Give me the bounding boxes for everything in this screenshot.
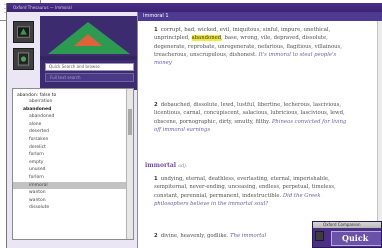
- sense-number: 2: [154, 102, 158, 108]
- word-list-scrollbar[interactable]: [126, 89, 133, 239]
- highlighted-word[interactable]: abandoned: [191, 35, 222, 42]
- headword-text: immortal: [145, 162, 177, 169]
- list-item[interactable]: abandoned: [13, 113, 133, 121]
- headword-immortal[interactable]: immortal adj.: [145, 162, 188, 169]
- entry-panel: Immoral 1 1 corrupt, bad, wicked, evil, i…: [137, 12, 382, 248]
- example-sentence: The immortal: [230, 233, 267, 239]
- home-icon[interactable]: [13, 21, 34, 43]
- list-item[interactable]: dissolute: [13, 204, 133, 212]
- word-list[interactable]: abandon: false to aberration abandoned aba…: [12, 88, 134, 240]
- list-item[interactable]: forlorn: [13, 174, 133, 182]
- sense-number: 1: [154, 27, 158, 33]
- window-title: Oxford Thesaurus — Immoral: [13, 5, 72, 10]
- sense-text: divine, heavenly, godlike.: [160, 233, 229, 239]
- sense-1: 1 corrupt, bad, wicked, evil, iniquitous,…: [154, 26, 350, 67]
- word-list-header: abandon: false to: [17, 93, 57, 98]
- sense-3: 1 undying, eternal, deathless, everlastin…: [154, 175, 350, 208]
- list-item[interactable]: derelict: [13, 144, 133, 152]
- thesaurus-window: Oxford Thesaurus — Immoral Quick Search …: [6, 3, 382, 248]
- companion-popup-window: Oxford Companion Quick: [312, 221, 382, 248]
- part-of-speech: adj.: [178, 163, 188, 169]
- index-icon[interactable]: [13, 48, 34, 70]
- quick-search-field[interactable]: Quick Search and browse: [45, 63, 134, 71]
- list-item[interactable]: empty: [13, 159, 133, 167]
- scrollbar-thumb[interactable]: [128, 109, 132, 135]
- list-item[interactable]: unused: [13, 166, 133, 174]
- list-item[interactable]: aberration: [13, 98, 133, 106]
- list-item[interactable]: wanton: [13, 197, 133, 205]
- word-list-items: aberration abandoned abandoned alone deserte…: [13, 98, 133, 212]
- sense-number: 1: [154, 176, 158, 182]
- full-text-search-input[interactable]: Full text search: [45, 73, 134, 82]
- list-item[interactable]: alone: [13, 121, 133, 129]
- oxford-banner: Quick Search and browse Full text search: [40, 16, 137, 90]
- list-item[interactable]: immoral: [13, 181, 133, 190]
- list-item[interactable]: forsaken: [13, 136, 133, 144]
- list-item[interactable]: forlorn: [13, 151, 133, 159]
- entry-scrollbar[interactable]: [377, 21, 382, 248]
- quick-button[interactable]: Quick: [331, 231, 381, 246]
- sense-2: 2 debauched, dissolute, lewd, lustful, li…: [154, 101, 350, 134]
- list-item[interactable]: deserted: [13, 128, 133, 136]
- book-icon: [315, 231, 324, 241]
- list-item[interactable]: wanton: [13, 189, 133, 197]
- entry-title: Immoral 1: [138, 12, 382, 21]
- window-title-bar[interactable]: Oxford Thesaurus — Immoral: [7, 3, 382, 12]
- list-item[interactable]: abandoned: [13, 106, 133, 114]
- sense-number: 2: [154, 233, 158, 239]
- popup-title: Oxford Companion: [313, 222, 381, 228]
